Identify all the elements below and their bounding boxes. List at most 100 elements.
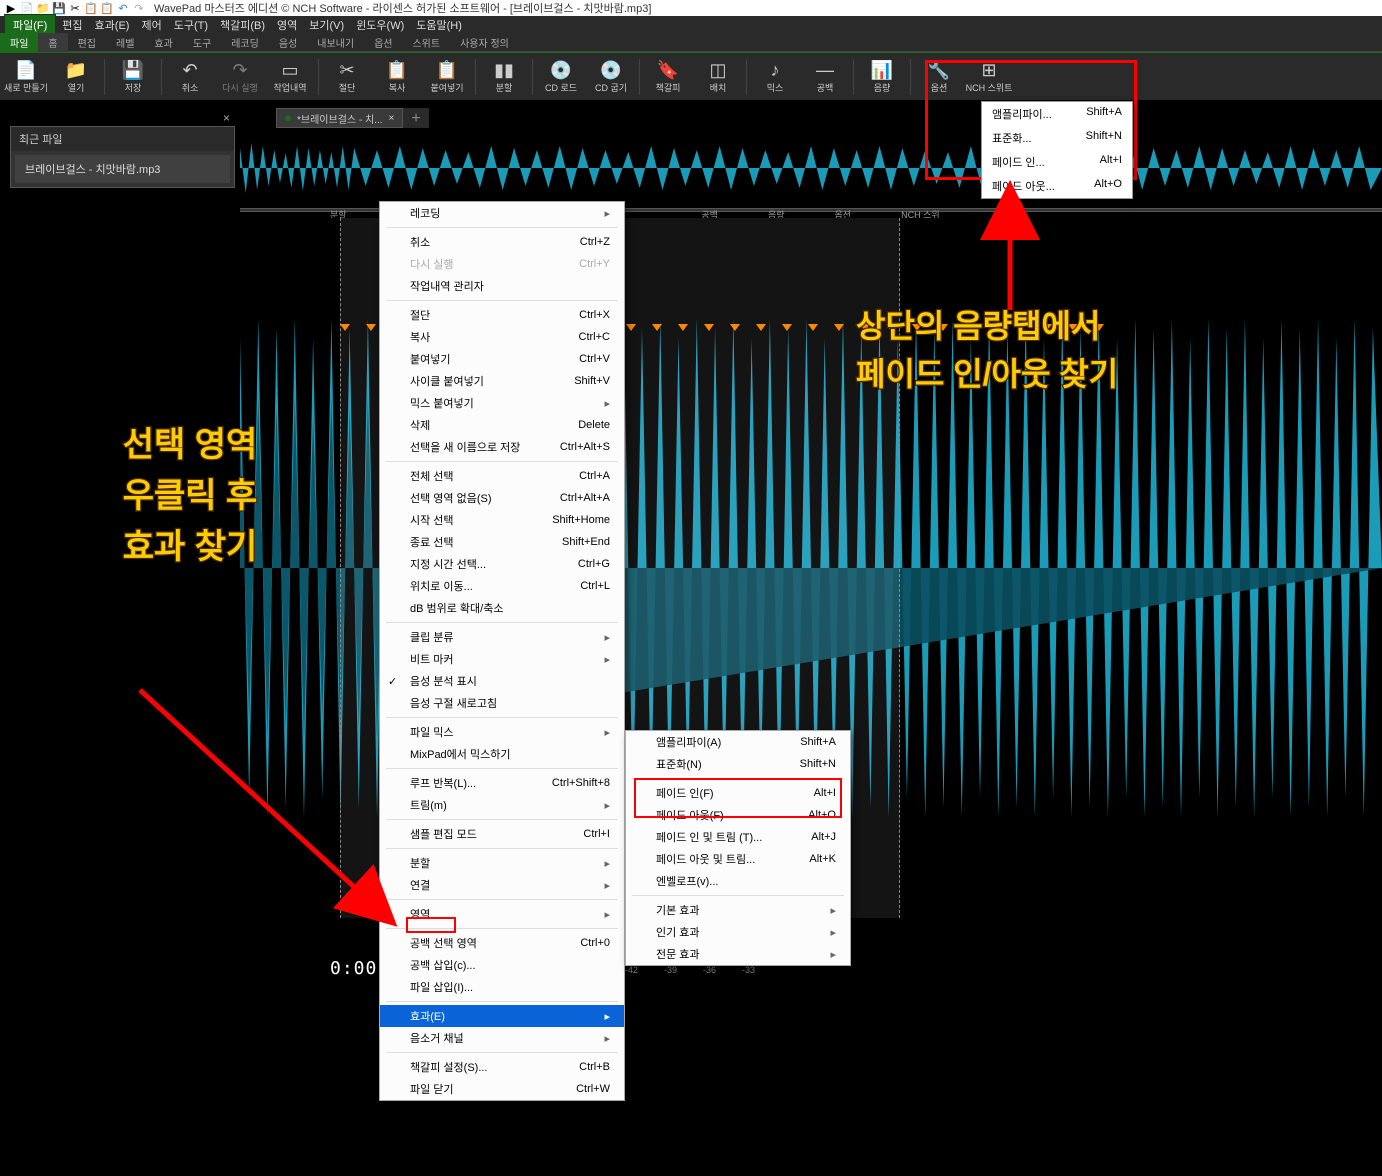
tool-redo[interactable]: ↷다시 실행 [216,55,264,99]
vol-fadein[interactable]: 페이드 인...Alt+I [982,150,1132,174]
menu-view[interactable]: 보기(V) [303,15,350,35]
tab-voice[interactable]: 음성 [269,33,307,52]
sub-amplify[interactable]: 앰플리파이(A)Shift+A [626,731,850,753]
tab-suite[interactable]: 스위트 [402,33,450,52]
ctx-file-mix[interactable]: 파일 믹스▸ [380,721,624,743]
vol-normalize[interactable]: 표준화...Shift+N [982,126,1132,150]
ctx-voice-analysis[interactable]: ✓음성 분석 표시 [380,670,624,692]
tab-options[interactable]: 옵션 [364,33,402,52]
menu-tools[interactable]: 도구(T) [168,15,214,35]
ctx-close[interactable]: 파일 닫기Ctrl+W [380,1078,624,1100]
vol-fadeout[interactable]: 페이드 아웃...Alt+O [982,174,1132,198]
sub-fadeout-trim[interactable]: 페이드 아웃 및 트림...Alt+K [626,848,850,870]
tool-copy[interactable]: 📋복사 [373,55,421,99]
tool-bookmark[interactable]: 🔖책갈피 [644,55,692,99]
recent-file-item[interactable]: 브레이브걸스 - 치맛바람.mp3 [15,155,230,183]
ctx-mix-paste[interactable]: 믹스 붙여넣기▸ [380,392,624,414]
ctx-sel-none[interactable]: 선택 영역 없음(S)Ctrl+Alt+A [380,487,624,509]
tool-paste[interactable]: 📋붙여넣기 [423,55,471,99]
ctx-mixpad[interactable]: MixPad에서 믹스하기 [380,743,624,765]
ctx-delete[interactable]: 삭제Delete [380,414,624,436]
panel-close-icon[interactable]: × [223,111,230,125]
sub-normalize[interactable]: 표준화(N)Shift+N [626,753,850,775]
menu-window[interactable]: 윈도우(W) [350,15,410,35]
tab-recording[interactable]: 레코딩 [221,33,269,52]
tool-mix[interactable]: ♪믹스 [751,55,799,99]
tool-cdburn[interactable]: 💿CD 굽기 [587,55,635,99]
tab-close-icon[interactable]: × [389,113,395,124]
ctx-sel-all[interactable]: 전체 선택Ctrl+A [380,465,624,487]
ctx-region[interactable]: 영역▸ [380,903,624,925]
ctx-loop[interactable]: 루프 반복(L)...Ctrl+Shift+8 [380,772,624,794]
ctx-bookmark[interactable]: 책갈피 설정(S)...Ctrl+B [380,1056,624,1078]
menu-control[interactable]: 제어 [135,15,167,35]
ctx-cycle-paste[interactable]: 사이클 붙여넣기Shift+V [380,370,624,392]
sub-pro-fx[interactable]: 전문 효과▸ [626,943,850,965]
tab-effect[interactable]: 효과 [144,33,182,52]
cut-icon[interactable]: ✂ [68,1,82,15]
menu-effect[interactable]: 효과(E) [89,15,136,35]
ctx-clip-class[interactable]: 클립 분류▸ [380,626,624,648]
ctx-history[interactable]: 작업내역 관리자 [380,275,624,297]
add-tab-button[interactable]: + [403,108,428,128]
ctx-trim[interactable]: 트림(m)▸ [380,794,624,816]
tab-edit[interactable]: 편집 [68,33,106,52]
tool-undo[interactable]: ↶취소 [166,55,214,99]
tool-history[interactable]: ▭작업내역 [266,55,314,99]
open-icon[interactable]: 📁 [36,1,50,15]
ctx-blank-ins[interactable]: 공백 삽입(c)... [380,954,624,976]
tool-batch[interactable]: ◫배치 [694,55,742,99]
save-icon[interactable]: 💾 [52,1,66,15]
tab-custom[interactable]: 사용자 정의 [450,33,519,52]
ctx-sample-edit[interactable]: 샘플 편집 모드Ctrl+I [380,823,624,845]
ctx-sel-start[interactable]: 시작 선택Shift+Home [380,509,624,531]
menu-region[interactable]: 영역 [271,15,303,35]
ctx-file-ins[interactable]: 파일 삽입(I)... [380,976,624,998]
ctx-blank-sel[interactable]: 공백 선택 영역Ctrl+0 [380,932,624,954]
sub-basic-fx[interactable]: 기본 효과▸ [626,899,850,921]
ctx-sel-end[interactable]: 종료 선택Shift+End [380,531,624,553]
tab-tools[interactable]: 도구 [183,33,221,52]
ctx-paste[interactable]: 붙여넣기Ctrl+V [380,348,624,370]
vol-amplify[interactable]: 앰플리파이...Shift+A [982,102,1132,126]
ctx-link[interactable]: 연결▸ [380,874,624,896]
redo-icon[interactable]: ↷ [132,1,146,15]
tool-open[interactable]: 📁열기 [52,55,100,99]
ctx-db-zoom[interactable]: dB 범위로 확대/축소 [380,597,624,619]
ctx-sel-time[interactable]: 지정 시간 선택...Ctrl+G [380,553,624,575]
ctx-effect[interactable]: 효과(E)▸ [380,1005,624,1027]
ctx-copy[interactable]: 복사Ctrl+C [380,326,624,348]
sub-popular-fx[interactable]: 인기 효과▸ [626,921,850,943]
sub-envelope[interactable]: 엔벨로프(v)... [626,870,850,892]
copy-icon[interactable]: 📋 [84,1,98,15]
sub-fadein[interactable]: 페이드 인(F)Alt+I [626,782,850,804]
tool-save[interactable]: 💾저장 [109,55,157,99]
tool-blank[interactable]: —공백 [801,55,849,99]
tool-new[interactable]: 📄새로 만들기 [2,55,50,99]
ctx-beat-marker[interactable]: 비트 마커▸ [380,648,624,670]
file-tab-active[interactable]: *브레이브걸스 - 치... × [276,108,403,128]
new-icon[interactable]: 📄 [20,1,34,15]
menu-edit[interactable]: 편집 [56,15,88,35]
ctx-goto[interactable]: 위치로 이동...Ctrl+L [380,575,624,597]
ctx-undo[interactable]: 취소Ctrl+Z [380,231,624,253]
menu-help[interactable]: 도움말(H) [410,15,468,35]
sub-fadeout[interactable]: 페이드 아웃(F)Alt+O [626,804,850,826]
tool-options[interactable]: 🔧옵션 [915,55,963,99]
tab-level[interactable]: 레벨 [106,33,144,52]
ctx-remove-channel[interactable]: 음소거 채널▸ [380,1027,624,1049]
tool-suite[interactable]: ⊞NCH 스위트 [965,55,1013,99]
tab-file[interactable]: 파일 [0,33,38,52]
tab-home[interactable]: 홈 [38,33,67,52]
paste-icon[interactable]: 📋 [100,1,114,15]
undo-icon[interactable]: ↶ [116,1,130,15]
tab-export[interactable]: 내보내기 [307,33,364,52]
ctx-cut[interactable]: 절단Ctrl+X [380,304,624,326]
tool-split[interactable]: ▮▮분할 [480,55,528,99]
menu-bookmark[interactable]: 책갈피(B) [214,15,271,35]
ctx-save-sel[interactable]: 선택을 새 이름으로 저장Ctrl+Alt+S [380,436,624,458]
ctx-split[interactable]: 분할▸ [380,852,624,874]
ctx-recording[interactable]: 레코딩▸ [380,202,624,224]
tool-volume[interactable]: 📊음량 [858,55,906,99]
sub-fadein-trim[interactable]: 페이드 인 및 트림 (T)...Alt+J [626,826,850,848]
